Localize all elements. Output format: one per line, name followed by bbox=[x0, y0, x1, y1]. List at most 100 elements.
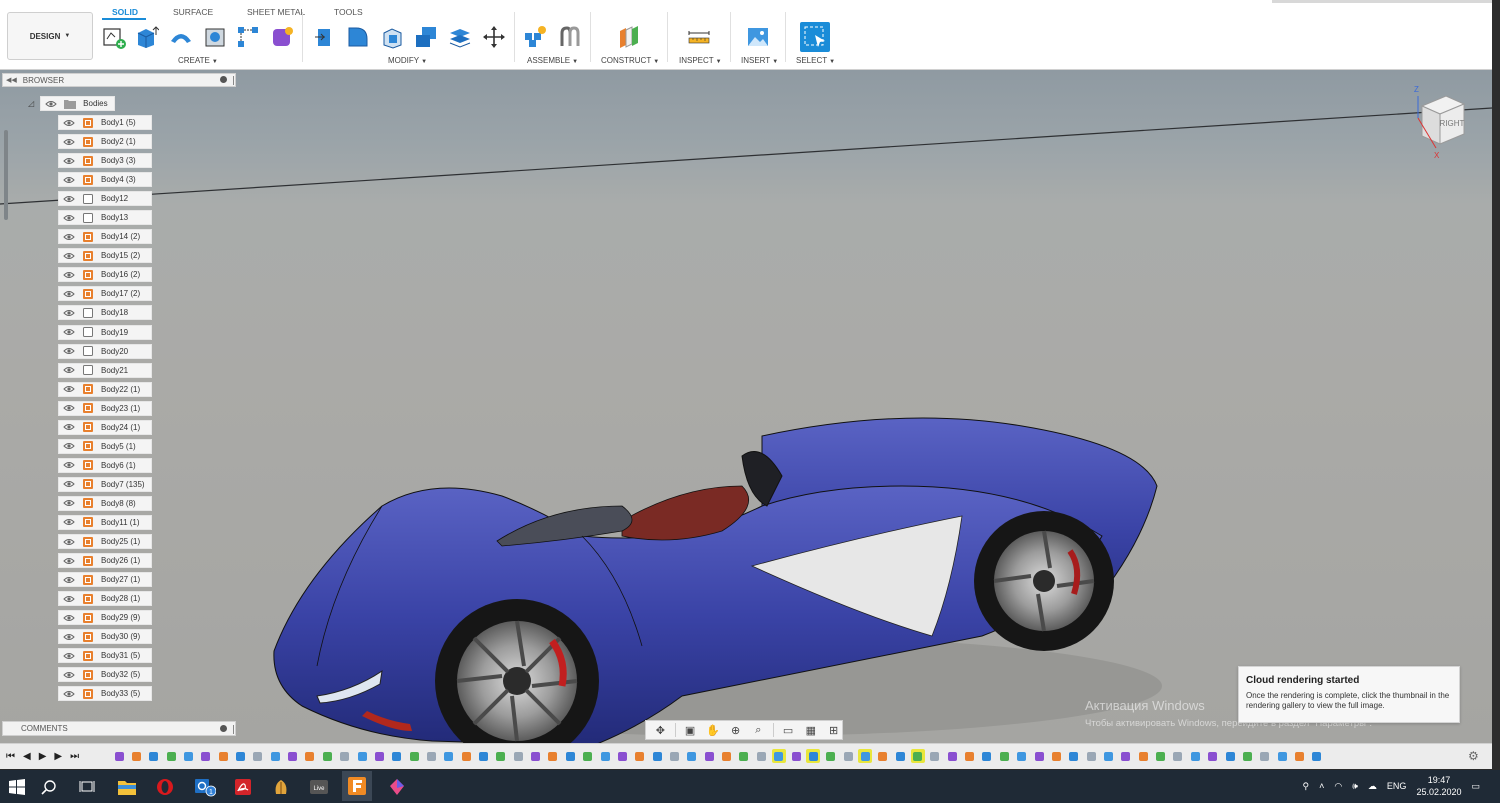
tab-tools[interactable]: TOOLS bbox=[334, 7, 363, 17]
opera-icon[interactable] bbox=[154, 776, 176, 798]
search-icon[interactable] bbox=[38, 776, 60, 798]
timeline-feature-icon[interactable] bbox=[650, 749, 664, 763]
timeline-feature-icon[interactable] bbox=[529, 749, 543, 763]
visibility-eye-icon[interactable] bbox=[59, 366, 79, 374]
timeline-feature-icon[interactable] bbox=[581, 749, 595, 763]
timeline-feature-icon[interactable] bbox=[234, 749, 248, 763]
timeline-feature-icon[interactable] bbox=[164, 749, 178, 763]
move-icon[interactable] bbox=[481, 24, 507, 50]
visibility-eye-icon[interactable] bbox=[59, 423, 79, 431]
timeline-feature-icon[interactable] bbox=[963, 749, 977, 763]
notifications-icon[interactable]: ▭ bbox=[1471, 781, 1480, 792]
visibility-eye-icon[interactable] bbox=[59, 576, 79, 584]
body-node[interactable]: Body14 (2) bbox=[58, 229, 152, 245]
canvas-viewport[interactable]: ◀◀ BROWSER ◿ Bodies Body1 (5) Body2 (1) Bo… bbox=[0, 70, 1492, 743]
file-explorer-icon[interactable] bbox=[116, 776, 138, 798]
acrobat-icon[interactable] bbox=[232, 776, 254, 798]
display-settings-icon[interactable]: ▭ bbox=[780, 723, 797, 737]
visibility-eye-icon[interactable] bbox=[59, 195, 79, 203]
timeline-feature-icon[interactable] bbox=[893, 749, 907, 763]
body-node[interactable]: Body18 bbox=[58, 305, 152, 321]
body-node[interactable]: Body22 (1) bbox=[58, 381, 152, 397]
visibility-eye-icon[interactable] bbox=[59, 290, 79, 298]
timeline-feature-icon[interactable] bbox=[199, 749, 213, 763]
body-node[interactable]: Body31 (5) bbox=[58, 648, 152, 664]
timeline-feature-icon[interactable] bbox=[1310, 749, 1324, 763]
comments-toggle-icon[interactable] bbox=[220, 725, 227, 732]
app-live-icon[interactable]: Live bbox=[308, 776, 330, 798]
combine-icon[interactable] bbox=[413, 24, 439, 50]
body-node[interactable]: Body33 (5) bbox=[58, 686, 152, 702]
body-node[interactable]: Body24 (1) bbox=[58, 419, 152, 435]
new-component-icon[interactable] bbox=[522, 24, 548, 50]
body-node[interactable]: Body12 bbox=[58, 191, 152, 207]
timeline-feature-icon[interactable] bbox=[563, 749, 577, 763]
timeline-feature-icon[interactable] bbox=[754, 749, 768, 763]
body-node[interactable]: Body20 bbox=[58, 343, 152, 359]
timeline-feature-icon[interactable] bbox=[824, 749, 838, 763]
body-node[interactable]: Body4 (3) bbox=[58, 172, 152, 188]
body-node[interactable]: Body5 (1) bbox=[58, 438, 152, 454]
body-node[interactable]: Body16 (2) bbox=[58, 267, 152, 283]
visibility-eye-icon[interactable] bbox=[59, 557, 79, 565]
fusion360-taskbar-icon[interactable] bbox=[342, 771, 372, 801]
tab-solid[interactable]: SOLID bbox=[112, 7, 138, 17]
visibility-eye-icon[interactable] bbox=[59, 690, 79, 698]
visibility-eye-icon[interactable] bbox=[59, 157, 79, 165]
language-indicator[interactable]: ENG bbox=[1387, 781, 1407, 791]
body-node[interactable]: Body1 (5) bbox=[58, 115, 152, 130]
wifi-icon[interactable]: ◠ bbox=[1334, 781, 1342, 792]
timeline-feature-icon[interactable] bbox=[771, 749, 786, 763]
revolve-icon[interactable] bbox=[168, 24, 194, 50]
timeline-feature-icon[interactable] bbox=[702, 749, 716, 763]
timeline-feature-icon[interactable] bbox=[1206, 749, 1220, 763]
timeline-feature-icon[interactable] bbox=[129, 749, 143, 763]
collapse-panel-icon[interactable]: ◀◀ bbox=[6, 76, 17, 84]
hole-icon[interactable] bbox=[202, 24, 228, 50]
body-node[interactable]: Body8 (8) bbox=[58, 495, 152, 511]
timeline-feature-icon[interactable] bbox=[477, 749, 491, 763]
clock[interactable]: 19:47 25.02.2020 bbox=[1416, 774, 1461, 798]
body-node[interactable]: Body28 (1) bbox=[58, 591, 152, 607]
timeline-feature-icon[interactable] bbox=[355, 749, 369, 763]
step-back-icon[interactable]: ◀ bbox=[23, 751, 31, 762]
pan-hand-icon[interactable]: ✋ bbox=[704, 723, 721, 737]
timeline-feature-icon[interactable] bbox=[494, 749, 508, 763]
visibility-eye-icon[interactable] bbox=[59, 252, 79, 260]
body-node[interactable]: Body26 (1) bbox=[58, 553, 152, 569]
timeline-feature-icon[interactable] bbox=[1171, 749, 1185, 763]
people-icon[interactable]: ⚲ bbox=[1303, 781, 1310, 792]
visibility-eye-icon[interactable] bbox=[59, 138, 79, 146]
timeline-feature-icon[interactable] bbox=[546, 749, 560, 763]
workspace-switcher[interactable]: DESIGN ▼ bbox=[7, 12, 93, 60]
body-node[interactable]: Body29 (9) bbox=[58, 610, 152, 626]
zoom-icon[interactable]: ⊕ bbox=[727, 723, 744, 737]
browser-panel-header[interactable]: ◀◀ BROWSER bbox=[2, 73, 236, 87]
figma-like-icon[interactable] bbox=[386, 776, 408, 798]
timeline-feature-icon[interactable] bbox=[1275, 749, 1289, 763]
body-node[interactable]: Body6 (1) bbox=[58, 457, 152, 473]
visibility-eye-icon[interactable] bbox=[59, 328, 79, 336]
body-node[interactable]: Body25 (1) bbox=[58, 534, 152, 550]
timeline-feature-icon[interactable] bbox=[112, 749, 126, 763]
orbit-icon[interactable]: ✥ bbox=[652, 723, 669, 737]
timeline-feature-icon[interactable] bbox=[303, 749, 317, 763]
timeline-feature-icon[interactable] bbox=[841, 749, 855, 763]
timeline-feature-icon[interactable] bbox=[407, 749, 421, 763]
timeline-feature-icon[interactable] bbox=[1136, 749, 1150, 763]
insert-menu[interactable]: INSERT ▼ bbox=[741, 56, 778, 65]
timeline-feature-icon[interactable] bbox=[1258, 749, 1272, 763]
timeline-feature-icon[interactable] bbox=[1292, 749, 1306, 763]
create-menu[interactable]: CREATE ▼ bbox=[178, 56, 218, 65]
volume-icon[interactable]: 🕪 bbox=[1352, 781, 1358, 792]
visibility-eye-icon[interactable] bbox=[59, 614, 79, 622]
timeline-feature-icon[interactable] bbox=[685, 749, 699, 763]
visibility-eye-icon[interactable] bbox=[59, 119, 79, 127]
timeline-feature-icon[interactable] bbox=[633, 749, 647, 763]
timeline-feature-icon[interactable] bbox=[1101, 749, 1115, 763]
panel-grip[interactable] bbox=[233, 76, 234, 85]
timeline-feature-icon[interactable] bbox=[1084, 749, 1098, 763]
modify-menu[interactable]: MODIFY ▼ bbox=[388, 56, 427, 65]
timeline-feature-icon[interactable] bbox=[806, 749, 821, 763]
offset-face-icon[interactable] bbox=[447, 24, 473, 50]
